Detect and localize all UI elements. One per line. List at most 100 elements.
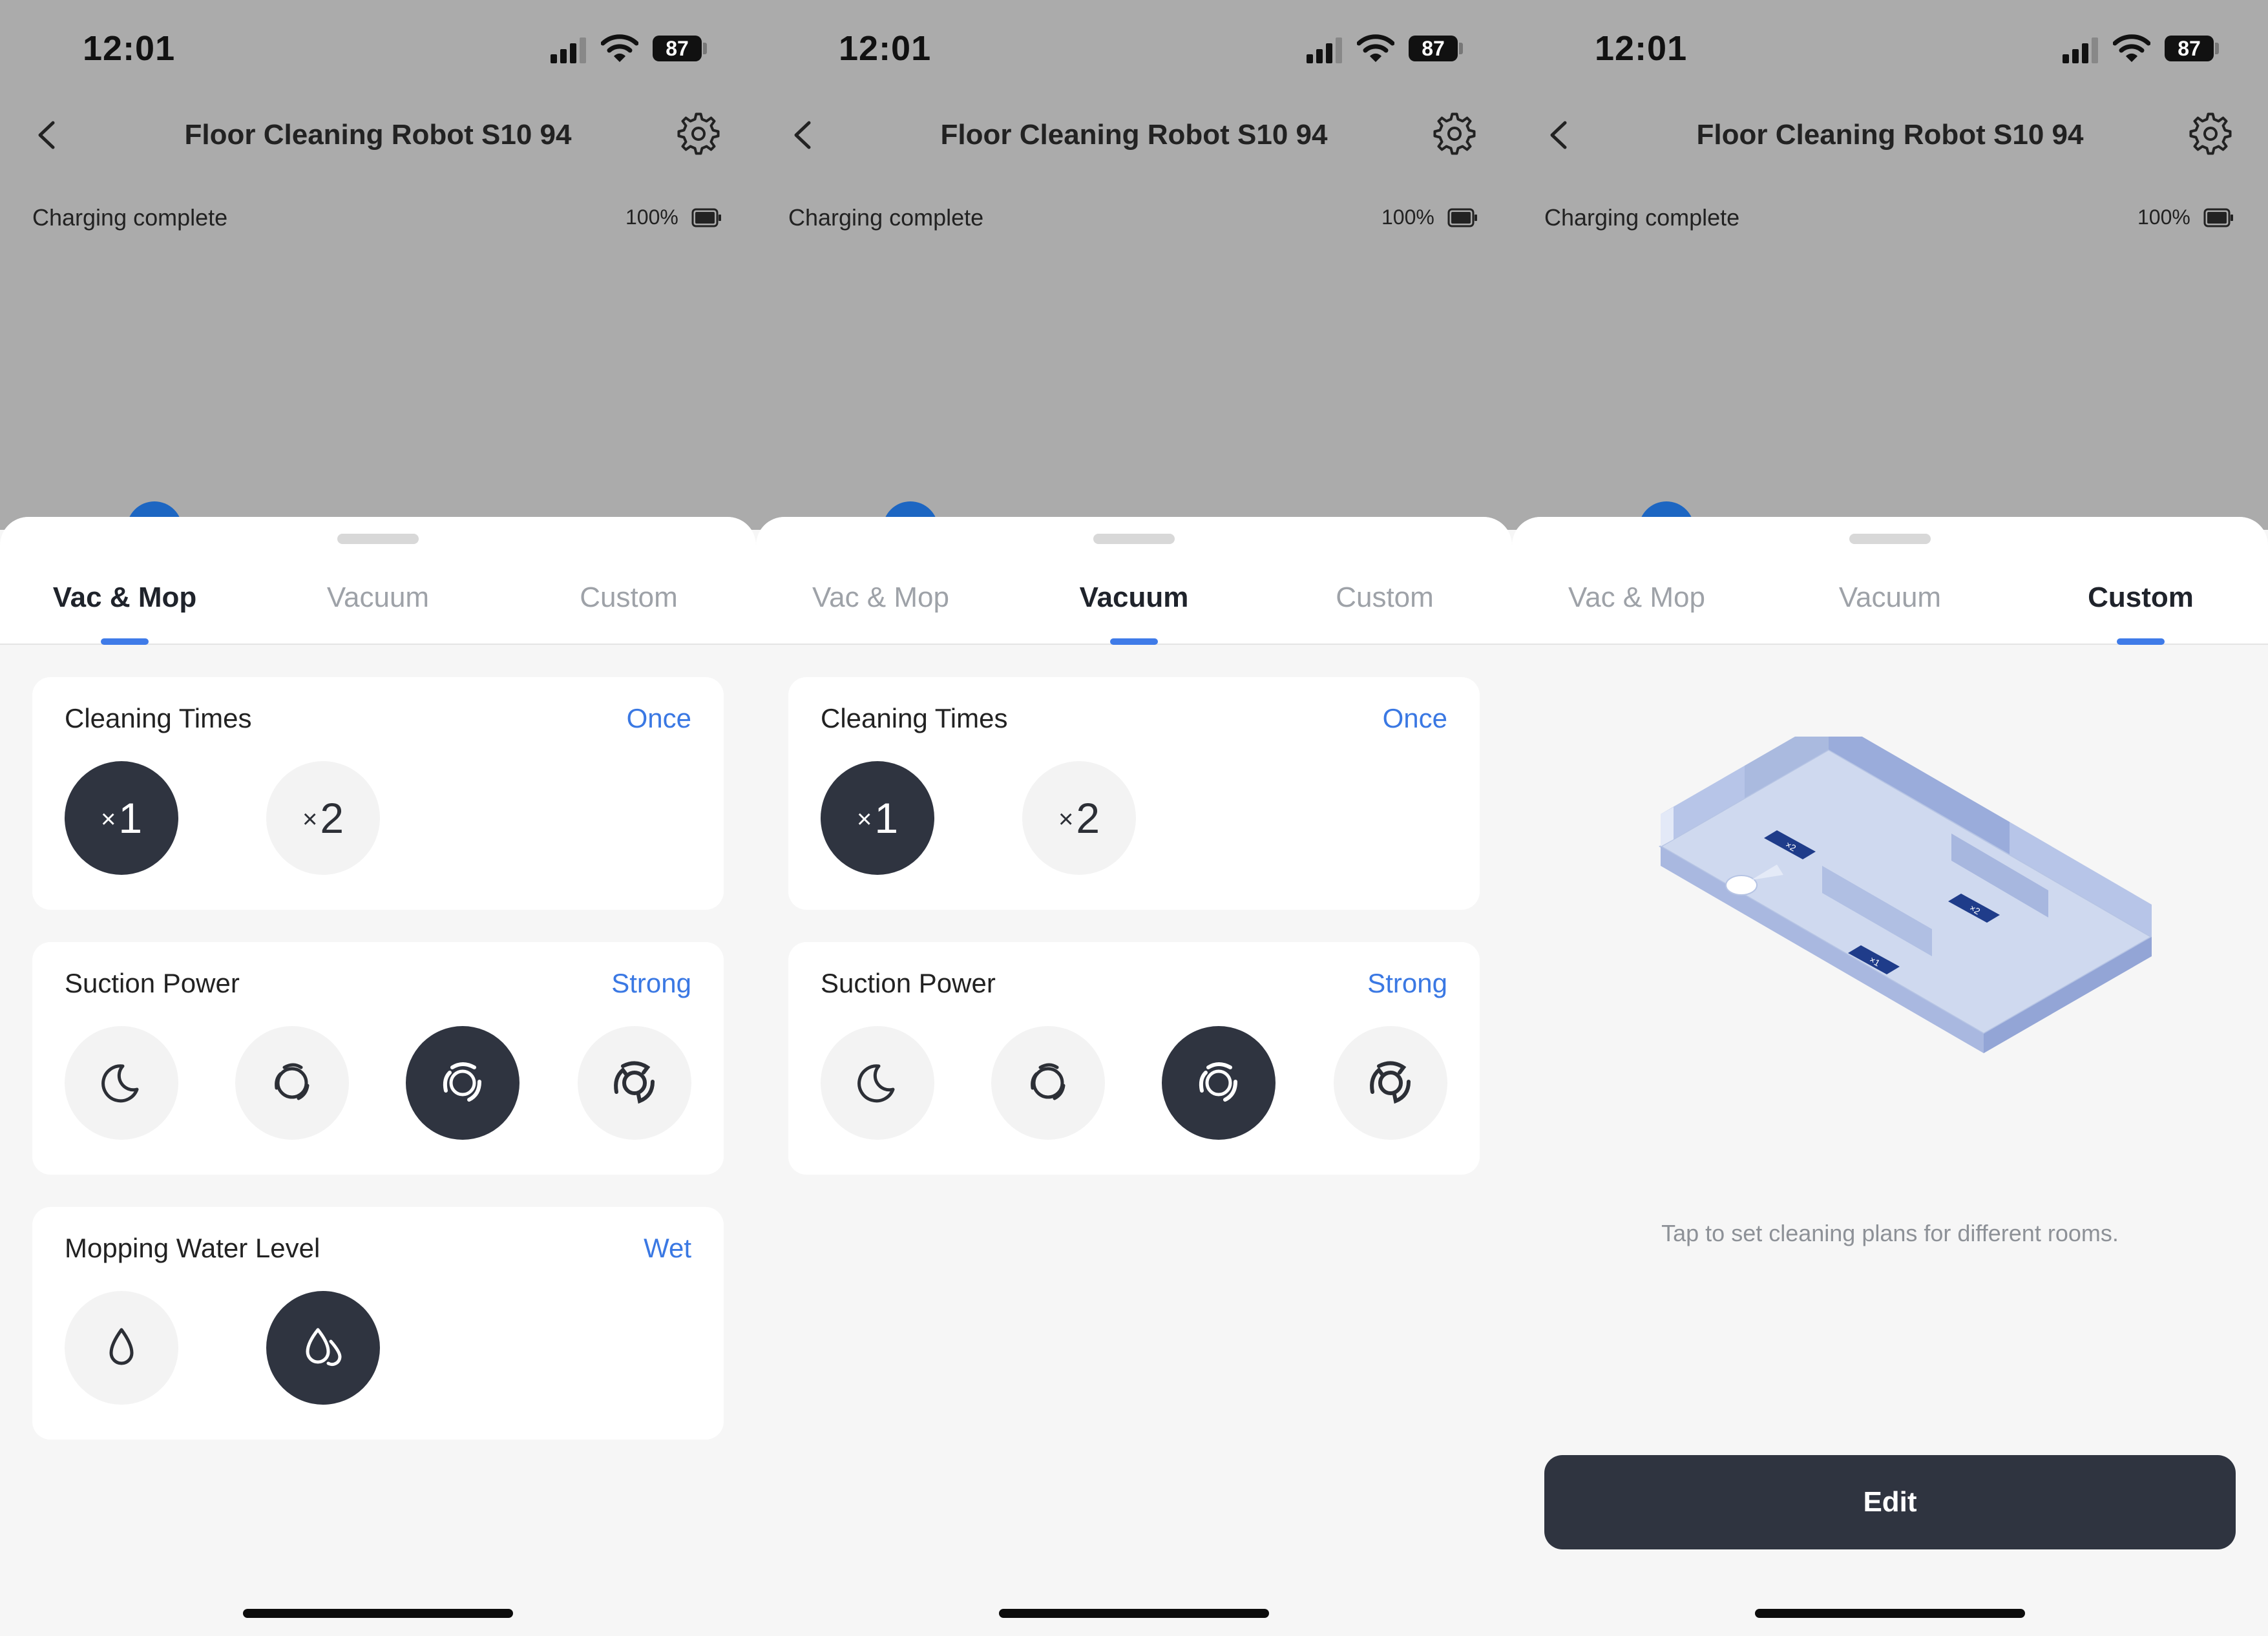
cleaning-times-card: Cleaning Times Once ×1 ×2 <box>32 677 724 910</box>
gear-icon[interactable] <box>2188 111 2233 156</box>
water-level-value: Wet <box>644 1233 691 1263</box>
moon-icon <box>101 1064 139 1103</box>
tab-vacuum[interactable]: Vacuum <box>271 582 485 627</box>
cleaning-times-card: Cleaning Times Once ×1 ×2 <box>788 677 1480 910</box>
double-water-drop-icon <box>306 1328 342 1367</box>
suction-strong-button[interactable] <box>406 1026 520 1140</box>
page-title: Floor Cleaning Robot S10 94 <box>184 119 572 151</box>
device-battery-icon <box>2203 208 2233 227</box>
status-time: 12:01 <box>839 29 932 68</box>
suction-quiet-button[interactable] <box>65 1026 178 1140</box>
gear-icon[interactable] <box>676 111 721 156</box>
times-x1-button[interactable]: ×1 <box>65 761 178 875</box>
water-low-button[interactable] <box>65 1291 178 1405</box>
device-header-area: 12:01 87 Floor Cleaning Robot S10 94 Cha… <box>0 0 756 557</box>
cellular-signal-icon <box>2063 37 2098 63</box>
suction-power-title: Suction Power <box>821 968 996 998</box>
phone-battery-icon: 87 <box>1409 36 1458 61</box>
fan-max-icon <box>614 1061 655 1104</box>
tab-vac-mop[interactable]: Vac & Mop <box>774 582 987 627</box>
sheet-drag-handle[interactable] <box>1093 534 1175 544</box>
cleaning-times-title: Cleaning Times <box>65 703 252 733</box>
panel-vacuum: 12:01 87 Floor Cleaning Robot S10 94 Cha… <box>756 0 1512 1636</box>
phone-battery-nub <box>2215 43 2219 54</box>
mode-sheet: Vac & Mop Vacuum Custom Cleaning Times O… <box>0 517 756 1636</box>
suction-power-value: Strong <box>611 968 691 998</box>
back-chevron-icon[interactable] <box>787 115 819 155</box>
tab-vacuum[interactable]: Vacuum <box>1783 582 1997 627</box>
active-tab-indicator <box>101 638 149 645</box>
suction-power-value: Strong <box>1367 968 1447 998</box>
tab-bar: Vac & Mop Vacuum Custom <box>756 517 1512 645</box>
suction-standard-button[interactable] <box>991 1026 1105 1140</box>
suction-power-title: Suction Power <box>65 968 240 998</box>
cleaning-times-value: Once <box>626 703 691 733</box>
tab-bar: Vac & Mop Vacuum Custom <box>1512 517 2268 645</box>
suction-power-card: Suction Power Strong <box>32 942 724 1175</box>
edit-button[interactable]: Edit <box>1544 1455 2236 1549</box>
fan-max-icon <box>1370 1061 1411 1104</box>
suction-power-card: Suction Power Strong <box>788 942 1480 1175</box>
suction-max-button[interactable] <box>1334 1026 1447 1140</box>
cleaning-times-title: Cleaning Times <box>821 703 1008 733</box>
water-level-card: Mopping Water Level Wet <box>32 1207 724 1440</box>
tab-vacuum[interactable]: Vacuum <box>1027 582 1241 645</box>
panel-vac-mop: 12:01 87 Floor Cleaning Robot S10 94 Cha… <box>0 0 756 1636</box>
custom-hint-text: Tap to set cleaning plans for different … <box>1661 1220 2119 1246</box>
home-indicator[interactable] <box>243 1609 513 1618</box>
cellular-signal-icon <box>1307 37 1342 63</box>
sheet-drag-handle[interactable] <box>337 534 419 544</box>
device-header-area: 12:01 87 Floor Cleaning Robot S10 94 Cha… <box>756 0 1512 557</box>
device-battery-percent: 100% <box>1381 205 1434 229</box>
status-time: 12:01 <box>83 29 176 68</box>
robot-icon <box>1725 875 1758 896</box>
phone-battery-nub <box>1459 43 1463 54</box>
times-x1-button[interactable]: ×1 <box>821 761 934 875</box>
wifi-icon <box>1357 34 1394 62</box>
tab-bar: Vac & Mop Vacuum Custom <box>0 517 756 645</box>
tab-custom[interactable]: Custom <box>1278 582 1491 627</box>
fan-standard-icon <box>275 1063 310 1100</box>
home-indicator[interactable] <box>999 1609 1269 1618</box>
page-title: Floor Cleaning Robot S10 94 <box>1696 119 2084 151</box>
cleaning-times-value: Once <box>1382 703 1447 733</box>
times-x2-button[interactable]: ×2 <box>1022 761 1136 875</box>
back-chevron-icon[interactable] <box>1543 115 1575 155</box>
water-drop-icon <box>109 1328 134 1365</box>
wifi-icon <box>601 34 638 62</box>
water-level-title: Mopping Water Level <box>65 1233 320 1263</box>
times-x2-button[interactable]: ×2 <box>266 761 380 875</box>
tab-custom[interactable]: Custom <box>2034 582 2247 645</box>
water-high-button[interactable] <box>266 1291 380 1405</box>
gear-icon[interactable] <box>1432 111 1477 156</box>
active-tab-indicator <box>2117 638 2165 645</box>
tab-custom[interactable]: Custom <box>522 582 735 627</box>
fan-strong-icon <box>443 1062 481 1102</box>
cellular-signal-icon <box>551 37 586 63</box>
mode-sheet: Vac & Mop Vacuum Custom ×2 ×2 ×1 Tap to … <box>1512 517 2268 1636</box>
home-indicator[interactable] <box>1755 1609 2025 1618</box>
device-battery-percent: 100% <box>625 205 678 229</box>
charging-status: Charging complete <box>1544 204 1740 231</box>
sheet-drag-handle[interactable] <box>1849 534 1931 544</box>
mode-sheet: Vac & Mop Vacuum Custom Cleaning Times O… <box>756 517 1512 1636</box>
device-battery-icon <box>691 208 721 227</box>
charging-status: Charging complete <box>32 204 228 231</box>
charging-status: Charging complete <box>788 204 984 231</box>
phone-battery-icon: 87 <box>2165 36 2214 61</box>
tab-vac-mop[interactable]: Vac & Mop <box>18 582 231 645</box>
back-chevron-icon[interactable] <box>31 115 63 155</box>
suction-strong-button[interactable] <box>1162 1026 1276 1140</box>
suction-max-button[interactable] <box>578 1026 691 1140</box>
fan-strong-icon <box>1199 1062 1237 1102</box>
status-time: 12:01 <box>1595 29 1688 68</box>
wifi-icon <box>2113 34 2150 62</box>
suction-quiet-button[interactable] <box>821 1026 934 1140</box>
suction-standard-button[interactable] <box>235 1026 349 1140</box>
active-tab-indicator <box>1110 638 1158 645</box>
device-battery-icon <box>1447 208 1477 227</box>
tab-vac-mop[interactable]: Vac & Mop <box>1530 582 1743 627</box>
phone-battery-nub <box>703 43 707 54</box>
phone-battery-icon: 87 <box>653 36 702 61</box>
panel-custom: 12:01 87 Floor Cleaning Robot S10 94 Cha… <box>1512 0 2268 1636</box>
